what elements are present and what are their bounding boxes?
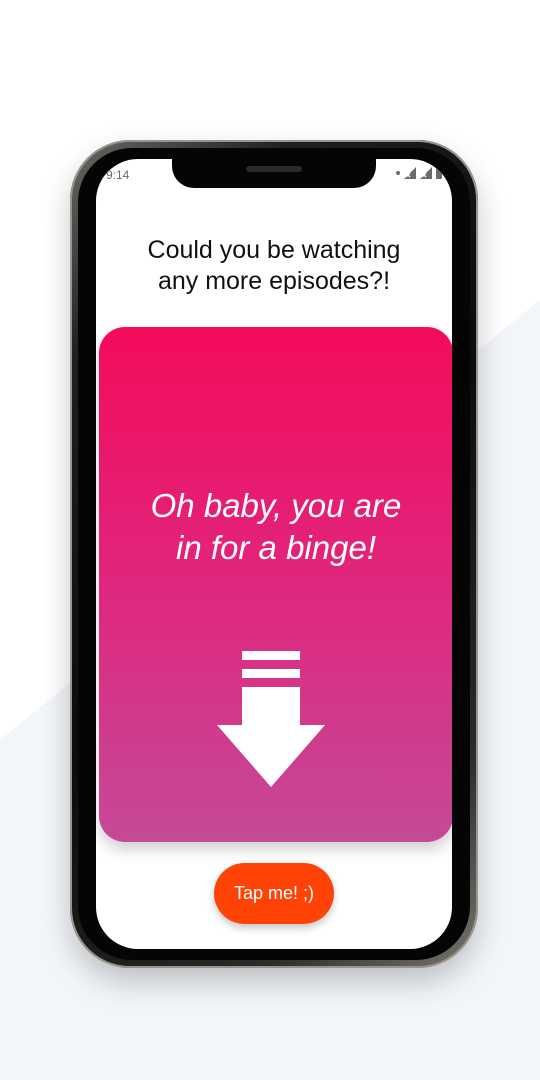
card-message: Oh baby, you are in for a binge! — [99, 485, 452, 569]
card-text-line-2: in for a binge! — [176, 529, 376, 566]
speaker-grille — [246, 166, 302, 172]
signal-x-icon — [404, 167, 416, 179]
signal-x-icon — [420, 167, 432, 179]
binge-card: Oh baby, you are in for a binge! — [99, 327, 452, 842]
status-time: 9:14 — [106, 168, 130, 182]
title-line-2: any more episodes?! — [157, 267, 391, 295]
phone-screen: 9:14 Could you be watching any more epis… — [96, 159, 452, 949]
notification-dot-icon — [396, 171, 400, 175]
page-title: Could you be watching any more episodes?… — [96, 235, 452, 297]
down-arrow-icon — [217, 651, 325, 787]
status-icons — [396, 166, 442, 180]
notch — [172, 159, 376, 188]
phone-mockup: 9:14 Could you be watching any more epis… — [70, 140, 478, 968]
tap-me-button[interactable]: Tap me! ;) — [214, 863, 334, 924]
title-line-1: Could you be watching — [147, 236, 401, 264]
card-text-line-1: Oh baby, you are — [150, 487, 402, 524]
battery-icon — [436, 167, 442, 179]
